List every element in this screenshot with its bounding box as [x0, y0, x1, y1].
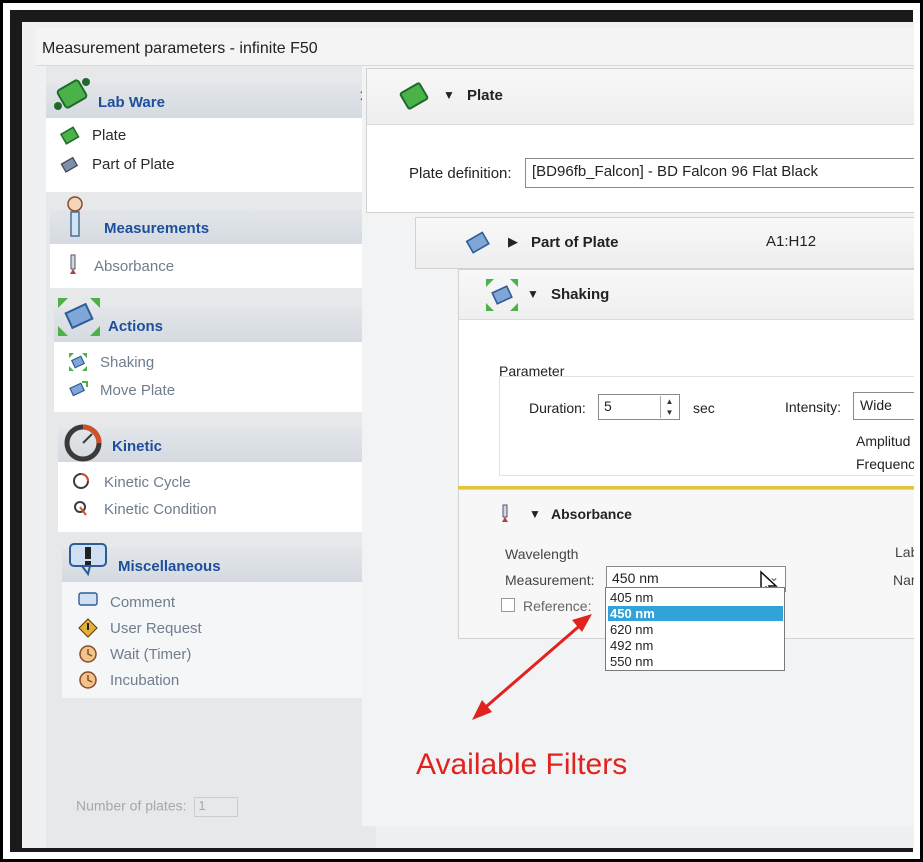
measurement-label: Measurement: [505, 572, 595, 588]
comment-icon [78, 592, 98, 606]
group-miscellaneous-body: Comment User Request Wait (Timer) Incuba… [62, 582, 380, 698]
annotation-label: Available Filters [416, 748, 628, 781]
dropdown-option[interactable]: 405 nm [608, 590, 783, 605]
user-request-icon [78, 618, 98, 638]
absorbance-expand-arrow-icon[interactable]: ▼ [529, 507, 541, 521]
number-of-plates-row: Number of plates: 1 [76, 797, 239, 817]
label-heading: Label [895, 544, 914, 560]
sidebar-item-user-request[interactable]: User Request [110, 620, 202, 637]
shaking-section: ▼ Shaking Parameter Duration: 5 ▲ ▼ sec I… [458, 269, 914, 489]
annotation-arrow [472, 614, 592, 720]
part-of-plate-header-icon [465, 231, 490, 254]
duration-input[interactable]: 5 ▲ ▼ [598, 394, 680, 420]
part-of-plate-section[interactable]: ▶ Part of Plate A1:H12 [415, 217, 914, 269]
incubation-icon [79, 671, 97, 689]
lab-ware-icon [54, 78, 90, 110]
shaking-icon [69, 353, 87, 371]
group-title-lab-ware: Lab Ware [98, 94, 165, 111]
dropdown-option[interactable]: 492 nm [608, 638, 783, 653]
plate-expand-arrow-icon[interactable]: ▼ [443, 88, 455, 102]
group-actions-header[interactable]: Actions ⌃⌃ [54, 298, 378, 342]
group-kinetic-body: Kinetic Cycle Kinetic Condition [58, 462, 380, 532]
amplitude-label: Amplitud [856, 433, 911, 449]
name-label: Name: [893, 572, 914, 588]
plate-icon [60, 126, 80, 145]
group-title-actions: Actions [108, 318, 164, 335]
dropdown-option[interactable]: 620 nm [608, 622, 783, 637]
sidebar-item-incubation[interactable]: Incubation [110, 672, 179, 689]
duration-value: 5 [604, 398, 612, 414]
wavelength-dropdown-list: 405 nm 450 nm 620 nm 492 nm 550 nm [605, 587, 785, 671]
window-titlebar: Measurement parameters - infinite F50 [36, 28, 914, 66]
kinetic-cycle-icon [73, 473, 89, 489]
measurement-select-value: 450 nm [612, 570, 659, 586]
shaking-section-header[interactable]: ▼ Shaking [459, 270, 914, 320]
sidebar-item-comment[interactable]: Comment [110, 594, 175, 611]
parameter-group-box [499, 376, 914, 476]
plate-definition-label: Plate definition: [409, 165, 512, 182]
part-of-plate-title: Part of Plate [531, 234, 619, 251]
part-of-plate-expand-arrow-icon[interactable]: ▶ [508, 234, 518, 250]
group-measurements-body: Absorbance [50, 244, 380, 288]
sidebar-item-absorbance[interactable]: Absorbance [94, 258, 174, 275]
duration-unit: sec [693, 400, 715, 416]
group-lab-ware-header[interactable]: Lab Ware ⌃⌃ [46, 78, 376, 118]
wait-timer-icon [79, 645, 97, 663]
group-actions-body: Shaking Move Plate [54, 342, 378, 412]
plate-header-icon [399, 82, 429, 110]
actions-icon [58, 298, 100, 336]
plate-definition-field[interactable]: [BD96fb_Falcon] - BD Falcon 96 Flat Blac… [525, 158, 914, 188]
duration-label: Duration: [529, 400, 586, 416]
group-kinetic-header[interactable]: Kinetic ⌃⌃ [58, 424, 380, 462]
dropdown-option-selected[interactable]: 450 nm [608, 606, 783, 621]
group-title-miscellaneous: Miscellaneous [118, 558, 221, 575]
shaking-title: Shaking [551, 286, 610, 303]
group-lab-ware-body: Plate Part of Plate [46, 118, 376, 192]
kinetic-icon [64, 424, 102, 462]
shaking-expand-arrow-icon[interactable]: ▼ [527, 287, 539, 301]
sidebar-item-move-plate[interactable]: Move Plate [100, 382, 175, 399]
shaking-header-icon [486, 279, 518, 311]
sidebar-item-wait-timer[interactable]: Wait (Timer) [110, 646, 191, 663]
kinetic-condition-icon [74, 501, 87, 516]
group-miscellaneous-header[interactable]: Miscellaneous ⌃⌃ [62, 543, 380, 582]
part-of-plate-icon [60, 156, 79, 173]
dropdown-option[interactable]: 550 nm [608, 654, 783, 669]
number-of-plates-label: Number of plates: [76, 797, 187, 814]
group-title-measurements: Measurements [104, 220, 210, 237]
absorbance-icon [70, 254, 76, 274]
move-plate-icon [69, 381, 88, 397]
absorbance-header-icon [502, 504, 508, 522]
screen: Measurement parameters - infinite F50 La… [22, 22, 914, 848]
wavelength-label: Wavelength [505, 546, 579, 562]
sidebar-item-kinetic-cycle[interactable]: Kinetic Cycle [104, 474, 191, 491]
plate-section-header[interactable]: ▼ Plate [367, 69, 914, 125]
group-measurements-header[interactable]: Measurements ⌃⌃ [50, 196, 380, 244]
sidebar-item-plate[interactable]: Plate [92, 127, 126, 144]
sidebar-item-shaking[interactable]: Shaking [100, 354, 154, 371]
sidebar-item-part-of-plate[interactable]: Part of Plate [92, 156, 175, 173]
part-of-plate-range: A1:H12 [766, 233, 817, 250]
plate-header-title: Plate [467, 87, 503, 104]
duration-spinner[interactable]: ▲ ▼ [660, 396, 678, 418]
intensity-select[interactable]: Wide [853, 392, 914, 420]
intensity-label: Intensity: [785, 399, 842, 415]
measurements-icon [67, 196, 83, 237]
miscellaneous-icon [69, 543, 107, 577]
sidebar-item-kinetic-condition[interactable]: Kinetic Condition [104, 501, 217, 518]
frequency-label: Frequenc [856, 456, 914, 472]
plate-section: ▼ Plate Plate definition: [BD96fb_Falcon… [366, 68, 914, 213]
absorbance-title: Absorbance [551, 506, 632, 522]
number-of-plates-input[interactable]: 1 [194, 797, 239, 817]
window-title: Measurement parameters - infinite F50 [42, 40, 318, 57]
group-title-kinetic: Kinetic [112, 438, 163, 455]
